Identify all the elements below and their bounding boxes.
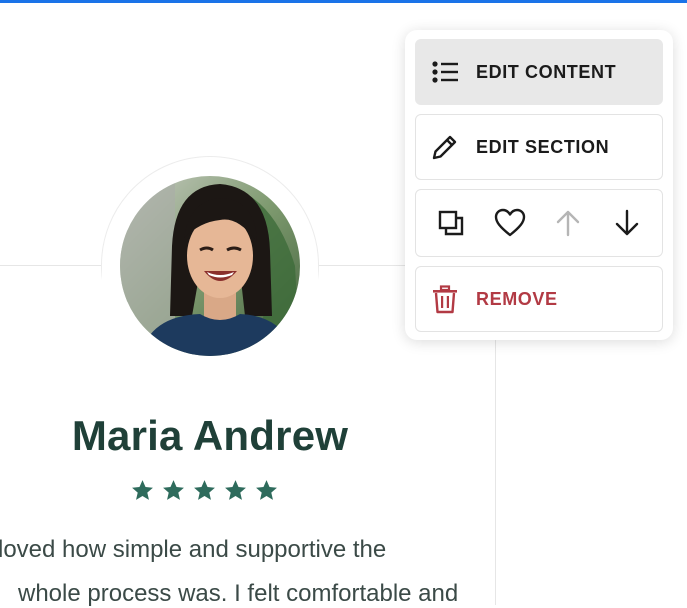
testimonial-name: Maria Andrew: [71, 412, 349, 459]
arrow-down-icon: [615, 209, 638, 236]
star-icon: [256, 480, 277, 500]
avatar: [120, 176, 300, 356]
list-icon: [430, 57, 460, 87]
favorite-button[interactable]: [492, 205, 528, 241]
duplicate-button[interactable]: [433, 205, 469, 241]
avatar-photo: [120, 176, 300, 356]
edit-content-button[interactable]: EDIT CONTENT: [415, 39, 663, 105]
heart-icon: [494, 208, 525, 237]
edit-section-button[interactable]: EDIT SECTION: [415, 114, 663, 180]
star-rating: [130, 478, 279, 503]
edit-content-label: EDIT CONTENT: [476, 61, 617, 82]
section-context-menu: EDIT CONTENT EDIT SECTION REMOVE: [405, 30, 673, 340]
star-icon: [132, 480, 153, 500]
star-icon: [194, 480, 215, 500]
edit-section-label: EDIT SECTION: [476, 136, 610, 157]
section-actions-row: [415, 189, 663, 257]
remove-button[interactable]: REMOVE: [415, 266, 663, 332]
pencil-icon: [430, 132, 460, 162]
trash-icon: [430, 284, 460, 314]
testimonial-text-line-1: loved how simple and supportive the: [0, 536, 387, 563]
testimonial-text-line-2: whole process was. I felt comfortable an…: [18, 580, 459, 607]
move-down-button[interactable]: [609, 205, 645, 241]
duplicate-icon: [439, 210, 464, 236]
top-accent-bar: [0, 0, 687, 3]
remove-label: REMOVE: [476, 288, 558, 309]
star-icon: [225, 480, 246, 500]
arrow-up-icon: [557, 210, 580, 237]
move-up-button[interactable]: [550, 205, 586, 241]
star-icon: [163, 480, 184, 500]
